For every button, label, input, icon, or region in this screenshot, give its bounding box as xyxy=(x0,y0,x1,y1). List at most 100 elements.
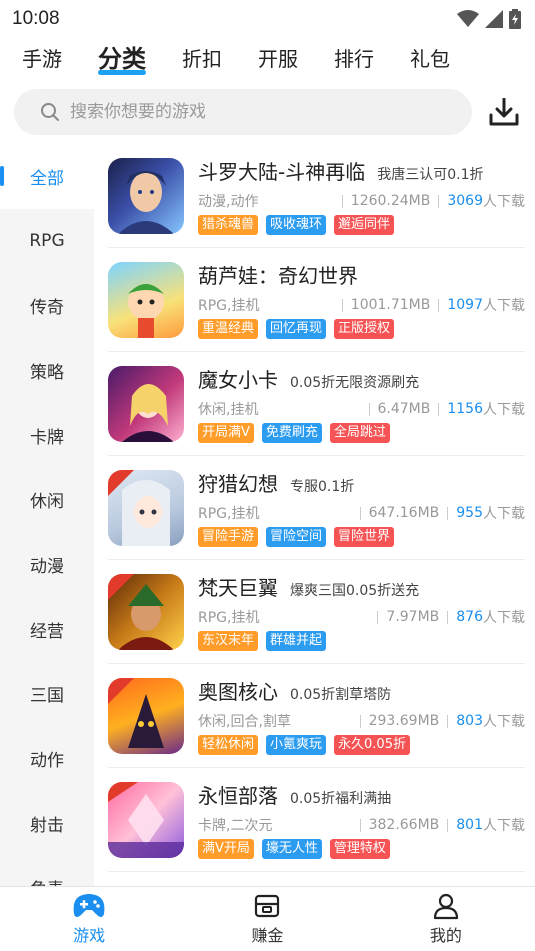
tab-categories[interactable]: 分类 xyxy=(98,45,146,75)
game-tag: 回忆再现 xyxy=(266,319,327,339)
tab-mobile-games[interactable]: 手游 xyxy=(22,45,62,73)
sidebar-item-anime[interactable]: 动漫 xyxy=(0,532,94,597)
divider xyxy=(447,610,449,624)
game-tag: 开局满V xyxy=(198,423,254,443)
download-button[interactable] xyxy=(488,96,520,128)
divider xyxy=(359,506,361,520)
game-tag: 管理特权 xyxy=(329,839,390,859)
sidebar-item-three-kingdoms[interactable]: 三国 xyxy=(0,662,94,727)
nav-earn[interactable]: 赚金 xyxy=(178,887,356,951)
nav-games[interactable]: 游戏 xyxy=(0,887,178,951)
game-list-item[interactable]: 梵天巨翼 爆爽三国0.05折送充 RPG,挂机 7.97MB 876 人下载 东汉… xyxy=(108,560,525,664)
divider xyxy=(447,818,449,832)
game-tag: 轻松休闲 xyxy=(198,735,259,755)
search-row xyxy=(0,80,535,144)
game-list-item[interactable]: 魔女小卡 0.05折无限资源刷充 休闲,挂机 6.47MB 1156 人下载 开局… xyxy=(108,352,525,456)
divider xyxy=(377,610,379,624)
game-icon xyxy=(108,781,184,858)
game-tag: 冒险手游 xyxy=(198,527,259,547)
game-name: 斗罗大陆-斗神再临 xyxy=(198,160,366,184)
game-tag: 冒险世界 xyxy=(334,527,395,547)
game-list: 斗罗大陆-斗神再临 我唐三认可0.1折 动漫,动作 1260.24MB 3069… xyxy=(94,144,535,886)
game-tag: 吸收魂环 xyxy=(266,215,327,235)
game-genre: 动漫,动作 xyxy=(198,194,259,210)
download-count: 803 xyxy=(456,713,483,729)
game-list-item[interactable]: 永恒部落 0.05折福利满抽 卡牌,二次元 382.66MB 801 人下载 满V… xyxy=(108,768,525,872)
sidebar-item-card[interactable]: 卡牌 xyxy=(0,403,94,468)
game-icon xyxy=(108,573,184,650)
game-name: 奥图核心 xyxy=(198,680,278,704)
bottom-nav: 游戏 赚金 我的 xyxy=(0,886,535,951)
game-size: 1001.71MB xyxy=(350,297,431,313)
sidebar-item-all[interactable]: 全部 xyxy=(0,144,94,209)
game-genre: 卡牌,二次元 xyxy=(198,818,273,834)
tab-server-open[interactable]: 开服 xyxy=(258,45,298,73)
game-promo: 我唐三认可0.1折 xyxy=(377,167,484,183)
sidebar-item-role[interactable]: 角素 xyxy=(0,856,94,886)
game-tag: 重温经典 xyxy=(198,319,259,339)
game-tag: 小氪爽玩 xyxy=(266,735,327,755)
game-tag: 群雄并起 xyxy=(266,631,327,651)
game-tag: 永久0.05折 xyxy=(334,735,410,755)
coin-box-icon xyxy=(255,894,280,918)
game-tag: 免费刷充 xyxy=(261,423,322,443)
game-genre: 休闲,回合,割草 xyxy=(198,714,291,730)
download-count: 955 xyxy=(456,505,483,521)
game-icon xyxy=(108,469,184,546)
tab-discount[interactable]: 折扣 xyxy=(182,45,222,73)
game-list-item[interactable]: 葫芦娃：奇幻世界 RPG,挂机 1001.71MB 1097 人下载 重温经典 回… xyxy=(108,248,525,352)
game-genre: RPG,挂机 xyxy=(198,610,260,626)
battery-icon xyxy=(509,9,521,29)
nav-label: 游戏 xyxy=(73,926,106,945)
tab-gift[interactable]: 礼包 xyxy=(410,45,450,73)
nav-label: 赚金 xyxy=(251,926,284,945)
gamepad-icon xyxy=(73,894,105,917)
divider xyxy=(368,402,370,416)
game-tag: 壕无人性 xyxy=(261,839,322,859)
sidebar-item-action[interactable]: 动作 xyxy=(0,726,94,791)
game-name: 葫芦娃：奇幻世界 xyxy=(198,264,358,288)
top-tabs: 手游 分类 折扣 开服 排行 礼包 xyxy=(0,38,535,80)
game-info: 永恒部落 0.05折福利满抽 卡牌,二次元 382.66MB 801 人下载 满V… xyxy=(198,780,525,859)
download-suffix: 人下载 xyxy=(483,506,525,522)
search-bar[interactable] xyxy=(14,89,472,135)
game-promo: 专服0.1折 xyxy=(290,479,355,495)
download-count: 1097 xyxy=(447,297,483,313)
divider xyxy=(341,194,343,208)
sidebar-item-shooter[interactable]: 射击 xyxy=(0,791,94,856)
game-icon xyxy=(108,365,184,442)
game-list-item[interactable]: 奥图核心 0.05折割草塔防 休闲,回合,割草 293.69MB 803 人下载 … xyxy=(108,664,525,768)
download-suffix: 人下载 xyxy=(483,610,525,626)
game-size: 382.66MB xyxy=(368,817,440,833)
game-name: 狩猎幻想 xyxy=(198,472,278,496)
game-info: 奥图核心 0.05折割草塔防 休闲,回合,割草 293.69MB 803 人下载 … xyxy=(198,676,525,755)
divider xyxy=(341,298,343,312)
sidebar-item-rpg[interactable]: RPG xyxy=(0,209,94,274)
game-icon xyxy=(108,677,184,754)
game-icon xyxy=(108,157,184,234)
sidebar-item-casual[interactable]: 休闲 xyxy=(0,467,94,532)
sidebar-item-legend[interactable]: 传奇 xyxy=(0,273,94,338)
game-name: 梵天巨翼 xyxy=(198,576,278,600)
game-tag: 猎杀魂兽 xyxy=(198,215,259,235)
download-count: 1156 xyxy=(447,401,483,417)
game-list-item[interactable]: 狩猎幻想 专服0.1折 RPG,挂机 647.16MB 955 人下载 冒险手游 … xyxy=(108,456,525,560)
game-info: 狩猎幻想 专服0.1折 RPG,挂机 647.16MB 955 人下载 冒险手游 … xyxy=(198,468,525,547)
divider xyxy=(438,194,440,208)
download-count: 801 xyxy=(456,817,483,833)
game-size: 647.16MB xyxy=(368,505,440,521)
game-promo: 0.05折福利满抽 xyxy=(290,791,392,807)
divider xyxy=(447,714,449,728)
clock: 10:08 xyxy=(12,8,60,29)
sidebar-item-management[interactable]: 经营 xyxy=(0,597,94,662)
nav-profile[interactable]: 我的 xyxy=(357,887,535,951)
tab-ranking[interactable]: 排行 xyxy=(334,45,374,73)
game-size: 6.47MB xyxy=(377,401,431,417)
search-input[interactable] xyxy=(70,102,450,122)
game-list-item[interactable]: 斗罗大陆-斗神再临 我唐三认可0.1折 动漫,动作 1260.24MB 3069… xyxy=(108,144,525,248)
sidebar-item-strategy[interactable]: 策略 xyxy=(0,338,94,403)
download-suffix: 人下载 xyxy=(483,818,525,834)
download-icon xyxy=(489,98,519,126)
divider xyxy=(447,506,449,520)
game-promo: 爆爽三国0.05折送充 xyxy=(290,583,420,599)
